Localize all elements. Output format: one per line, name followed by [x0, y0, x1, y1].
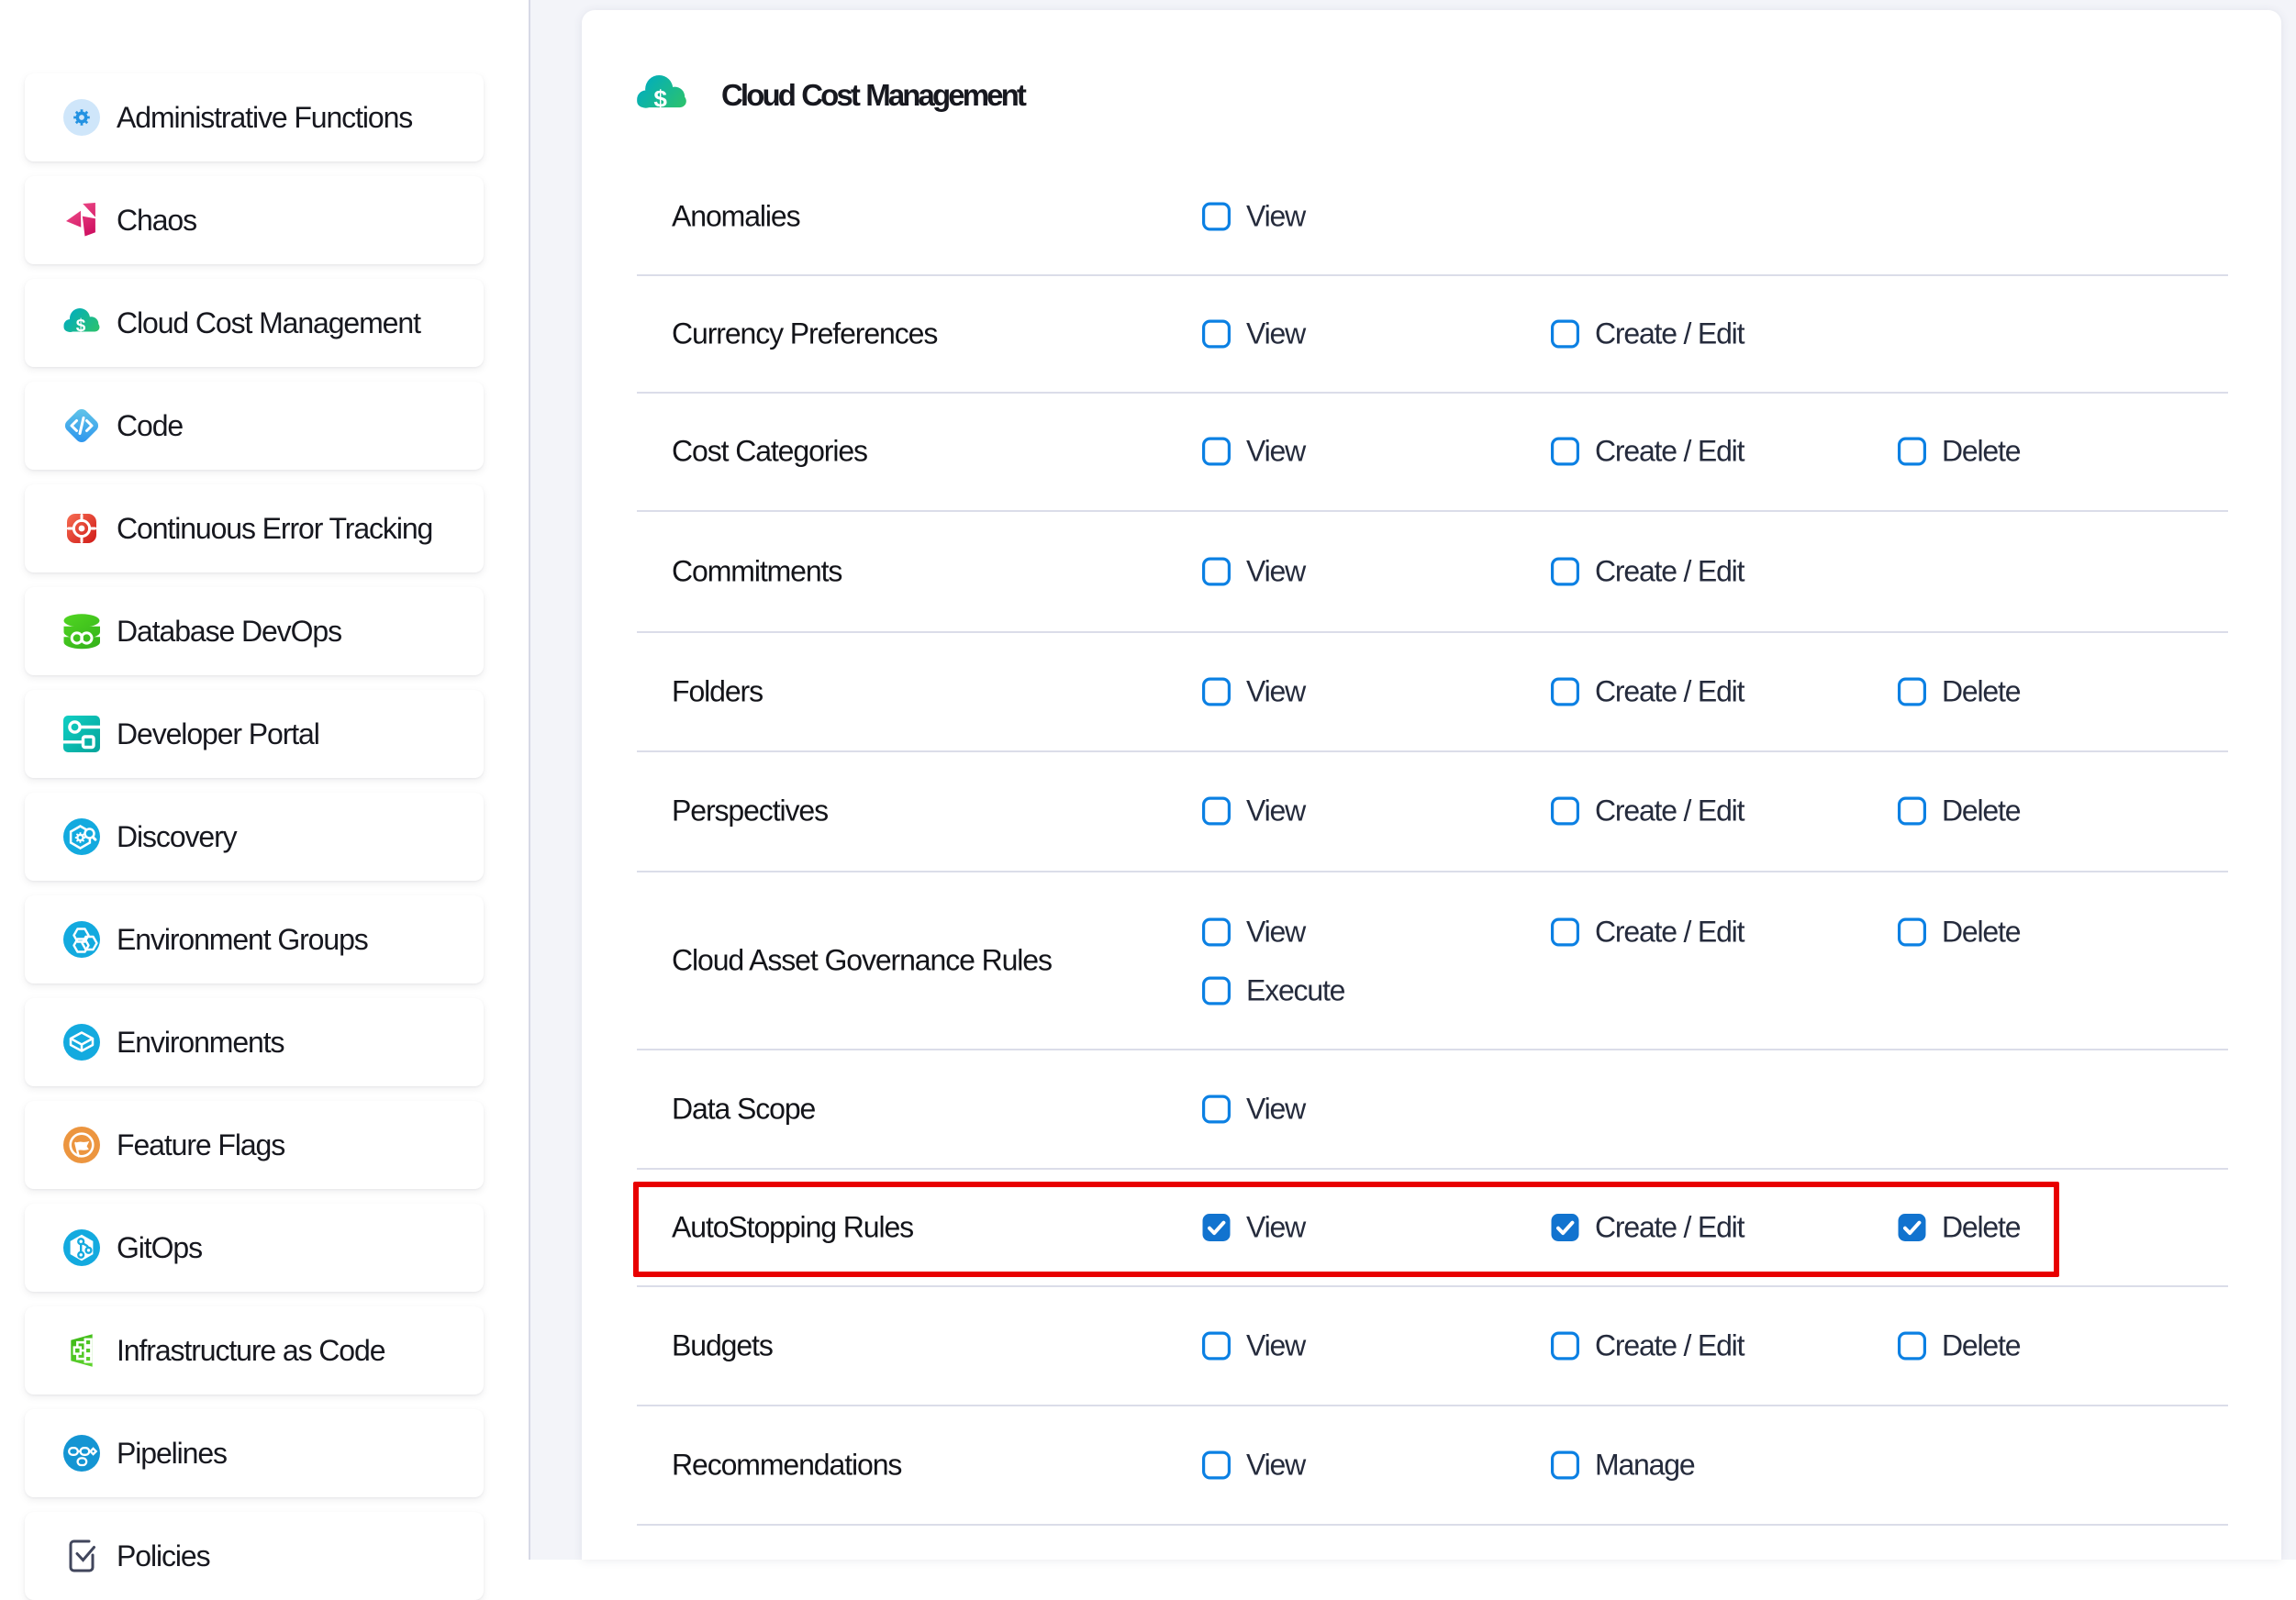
svg-text:$: $ — [653, 84, 667, 112]
svg-text:$: $ — [76, 317, 86, 336]
